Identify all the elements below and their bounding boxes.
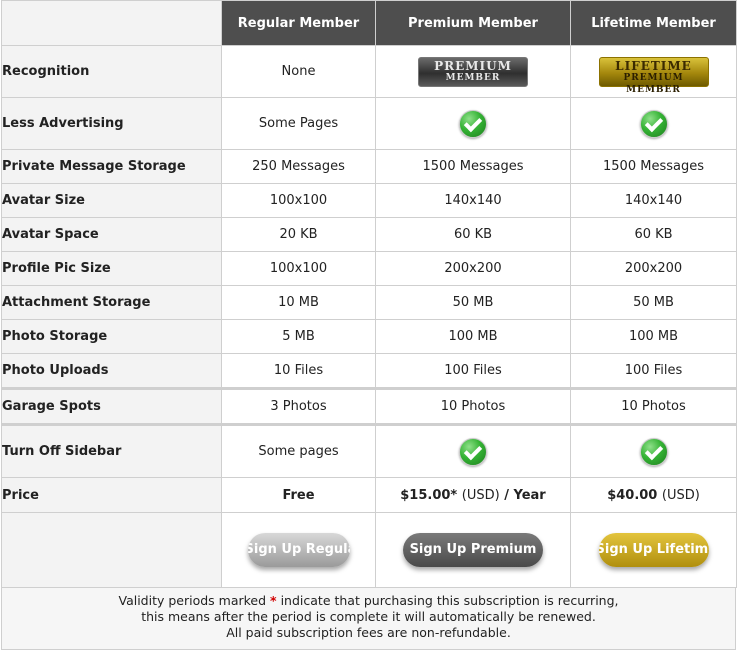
cell-premium: 100 Files <box>375 353 571 389</box>
row-label: Price <box>1 477 222 513</box>
row-label: Attachment Storage <box>1 285 222 320</box>
membership-comparison-table: Regular Member Premium Member Lifetime M… <box>1 0 737 588</box>
row-label: Turn Off Sidebar <box>1 423 222 478</box>
signup-row-label <box>1 512 222 588</box>
cell-premium: 140x140 <box>375 183 571 218</box>
checkmark-icon <box>639 109 668 138</box>
table-row-profile-pic: Profile Pic Size 100x100 200x200 200x200 <box>1 251 737 286</box>
row-label: Less Advertising <box>1 97 222 150</box>
cell-premium: 100 MB <box>375 319 571 354</box>
table-row-garage: Garage Spots 3 Photos 10 Photos 10 Photo… <box>1 387 737 425</box>
less-advertising-regular: Some Pages <box>221 97 376 150</box>
recognition-regular: None <box>221 45 376 98</box>
table-row-less-advertising: Less Advertising Some Pages <box>1 97 737 150</box>
cell-lifetime: 140x140 <box>570 183 737 218</box>
row-label: Private Message Storage <box>1 149 222 184</box>
cell-regular: 20 KB <box>221 217 376 252</box>
cell-lifetime: 60 KB <box>570 217 737 252</box>
table-row-price: Price Free $15.00* (USD) / Year $40.00 (… <box>1 477 737 513</box>
sign-up-lifetime-button[interactable]: Sign Up Lifetime <box>598 533 709 567</box>
cell-lifetime: 10 Photos <box>570 387 737 425</box>
header-premium: Premium Member <box>375 0 571 46</box>
cell-lifetime: 1500 Messages <box>570 149 737 184</box>
cell-regular: 250 Messages <box>221 149 376 184</box>
row-label: Recognition <box>1 45 222 98</box>
cell-lifetime: 100 MB <box>570 319 737 354</box>
checkmark-icon <box>639 437 668 466</box>
cell-regular: 10 Files <box>221 353 376 389</box>
table-row-photo-storage: Photo Storage 5 MB 100 MB 100 MB <box>1 319 737 354</box>
cell-regular: 100x100 <box>221 251 376 286</box>
row-label: Profile Pic Size <box>1 251 222 286</box>
table-row-photo-uploads: Photo Uploads 10 Files 100 Files 100 Fil… <box>1 353 737 389</box>
header-row: Regular Member Premium Member Lifetime M… <box>1 0 737 46</box>
checkmark-icon <box>459 109 487 138</box>
cell-regular: 100x100 <box>221 183 376 218</box>
cell-premium: 1500 Messages <box>375 149 571 184</box>
table-row-sidebar: Turn Off Sidebar Some pages <box>1 423 737 478</box>
row-label: Photo Storage <box>1 319 222 354</box>
price-regular: Free <box>221 477 376 513</box>
table-row-avatar-space: Avatar Space 20 KB 60 KB 60 KB <box>1 217 737 252</box>
price-lifetime: $40.00 (USD) <box>570 477 737 513</box>
row-label: Avatar Space <box>1 217 222 252</box>
premium-member-badge: PREMIUM MEMBER <box>418 56 528 87</box>
cell-lifetime: 200x200 <box>570 251 737 286</box>
sign-up-premium-button[interactable]: Sign Up Premium <box>403 533 543 567</box>
checkmark-icon <box>459 437 487 466</box>
cell-lifetime: 50 MB <box>570 285 737 320</box>
header-blank-cell <box>1 0 222 46</box>
cell-premium: 200x200 <box>375 251 571 286</box>
cell-regular: 10 MB <box>221 285 376 320</box>
signup-row: Sign Up Regular Sign Up Premium Sign Up … <box>1 512 737 588</box>
validity-note: Validity periods marked * indicate that … <box>1 588 736 650</box>
table-row-recognition: Recognition None PREMIUM MEMBER LIFETIME… <box>1 45 737 98</box>
sidebar-regular: Some pages <box>221 423 376 478</box>
row-label: Avatar Size <box>1 183 222 218</box>
recurring-star-marker: * <box>270 593 277 608</box>
cell-regular: 3 Photos <box>221 387 376 425</box>
lifetime-member-badge: LIFETIME PREMIUM MEMBER <box>598 56 709 95</box>
table-row-avatar-size: Avatar Size 100x100 140x140 140x140 <box>1 183 737 218</box>
header-lifetime: Lifetime Member <box>570 0 737 46</box>
row-label: Photo Uploads <box>1 353 222 389</box>
cell-premium: 50 MB <box>375 285 571 320</box>
cell-premium: 10 Photos <box>375 387 571 425</box>
sign-up-regular-button[interactable]: Sign Up Regular <box>247 533 350 567</box>
header-regular: Regular Member <box>221 0 376 46</box>
cell-regular: 5 MB <box>221 319 376 354</box>
cell-lifetime: 100 Files <box>570 353 737 389</box>
table-row-pm-storage: Private Message Storage 250 Messages 150… <box>1 149 737 184</box>
cell-premium: 60 KB <box>375 217 571 252</box>
row-label: Garage Spots <box>1 387 222 425</box>
table-row-attachment: Attachment Storage 10 MB 50 MB 50 MB <box>1 285 737 320</box>
price-premium: $15.00* (USD) / Year <box>375 477 571 513</box>
